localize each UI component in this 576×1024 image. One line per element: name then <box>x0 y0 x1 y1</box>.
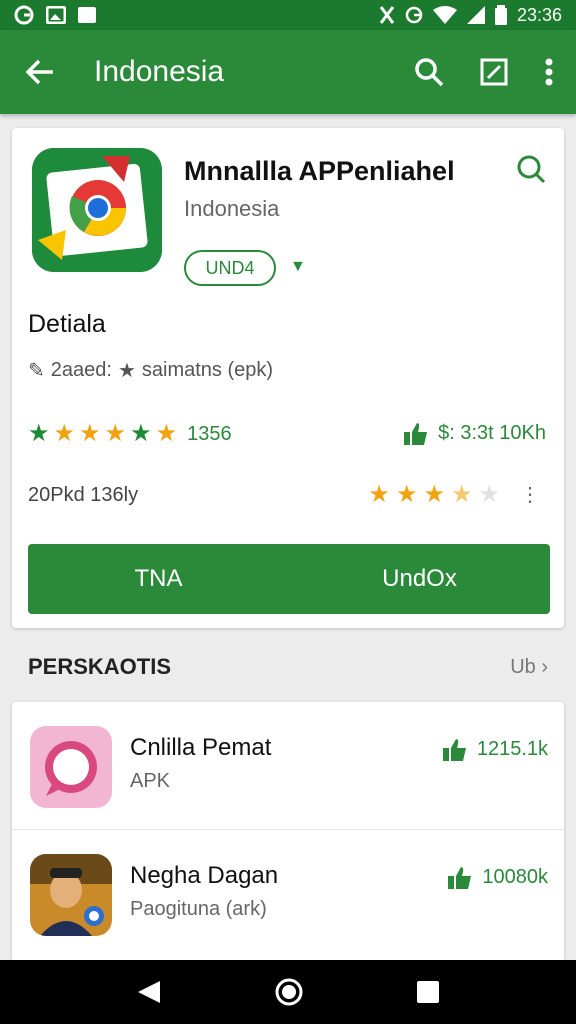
app-icon <box>30 726 112 808</box>
list-item-likes: 10080k <box>448 866 548 889</box>
app-icon <box>30 854 112 936</box>
rating-row: ★ ★ ★ ★ ★ ★ 1356 <box>28 422 232 446</box>
more-icon[interactable]: ⋮ <box>520 482 540 507</box>
list-item[interactable]: Cnlilla Pemat APK 1215.1k <box>12 702 564 830</box>
chevron-right-icon: › <box>541 656 548 678</box>
list-item-title: Cnlilla Pemat <box>130 734 272 761</box>
list-item-count: 1215.1k <box>476 738 548 760</box>
more-vert-icon[interactable] <box>544 57 554 87</box>
star-half-icon[interactable]: ★ <box>451 482 473 507</box>
star-empty-icon[interactable]: ★ <box>478 482 500 507</box>
search-icon[interactable] <box>414 57 444 87</box>
section-more-label: Ub <box>510 656 536 678</box>
avatar-portrait-icon <box>30 854 112 936</box>
details-sub-a: 2aaed: <box>50 359 112 381</box>
list-item-likes: 1215.1k <box>442 738 548 761</box>
likes-row: $: 3:3t 10Kh <box>404 422 546 445</box>
vibrate-icon <box>379 6 395 24</box>
star-icon[interactable]: ★ <box>423 482 445 507</box>
g-icon <box>405 6 423 24</box>
section-more-link[interactable]: Ub › <box>510 656 548 679</box>
list-item[interactable]: Negha Dagan Paogituna (ark) 10080k <box>12 830 564 958</box>
back-button[interactable] <box>0 57 80 87</box>
chrome-logo-icon <box>32 148 162 272</box>
list-item-subtitle: APK <box>130 770 171 792</box>
app-title: Mnnallla APPenliahel <box>184 156 455 186</box>
user-rating-stars[interactable]: ★ ★ ★ ★ ★ ⋮ <box>368 482 540 507</box>
star-icon: ★ <box>155 420 178 447</box>
star-icon: ★ <box>104 420 127 447</box>
list-item-count: 10080k <box>482 866 548 888</box>
search-icon[interactable] <box>516 154 546 184</box>
related-apps-list: Cnlilla Pemat APK 1215.1k Negha Dagan Pa… <box>12 702 564 962</box>
update-button[interactable]: UND4 <box>184 250 276 286</box>
details-sub-b: saimatns (epk) <box>141 359 274 381</box>
list-item-title: Negha Dagan <box>130 862 279 889</box>
details-subtitle: ✎ 2aaed: ★ saimatns (epk) <box>28 358 273 383</box>
nav-back-icon[interactable] <box>136 979 162 1005</box>
thumbs-up-icon <box>448 866 472 889</box>
primary-left-button[interactable]: TNA <box>28 544 289 614</box>
wifi-icon <box>432 6 457 24</box>
star-icon: ★ <box>130 420 152 447</box>
dropdown-arrow-icon[interactable]: ▼ <box>290 258 306 276</box>
system-nav-bar <box>0 960 576 1024</box>
list-item-subtitle: Paogituna (ark) <box>130 898 267 920</box>
app-bar-title: Indonesia <box>94 55 225 88</box>
action-button-bar: TNA UndOx <box>28 544 550 614</box>
rating-count: 1356 <box>187 422 232 445</box>
app-publisher[interactable]: Indonesia <box>184 196 279 222</box>
primary-right-button[interactable]: UndOx <box>289 544 550 614</box>
nav-recents-icon[interactable] <box>416 980 440 1004</box>
size-info: 20Pkd 136ly <box>28 484 139 506</box>
likes-count: $: 3:3t 10Kh <box>438 422 546 444</box>
star-icon[interactable]: ★ <box>368 482 390 507</box>
details-heading: Detiala <box>28 310 106 338</box>
thumbs-up-icon <box>442 738 466 761</box>
g-app-icon <box>14 5 34 25</box>
edit-icon[interactable] <box>480 58 508 86</box>
section-title: PERSKAOTIS <box>28 654 172 679</box>
signal-icon <box>466 6 485 24</box>
square-icon <box>78 7 96 23</box>
nav-home-icon[interactable] <box>274 977 304 1007</box>
star-icon: ★ <box>79 420 101 447</box>
star-icon: ★ <box>53 420 76 447</box>
pencil-icon: ✎ <box>28 360 45 382</box>
app-icon[interactable] <box>32 148 162 272</box>
status-time: 23:36 <box>516 4 562 25</box>
chat-bubble-icon <box>30 726 112 808</box>
image-icon <box>46 6 66 24</box>
app-detail-card: Mnnallla APPenliahel Indonesia UND4 ▼ De… <box>12 128 564 628</box>
star-icon: ★ <box>28 420 50 447</box>
star-icon[interactable]: ★ <box>396 482 418 507</box>
status-bar: 23:36 <box>0 0 576 30</box>
thumbs-up-icon <box>404 422 428 445</box>
app-bar: Indonesia <box>0 30 576 114</box>
battery-icon <box>494 5 507 25</box>
star-icon: ★ <box>117 360 136 382</box>
arrow-back-icon <box>25 59 53 85</box>
